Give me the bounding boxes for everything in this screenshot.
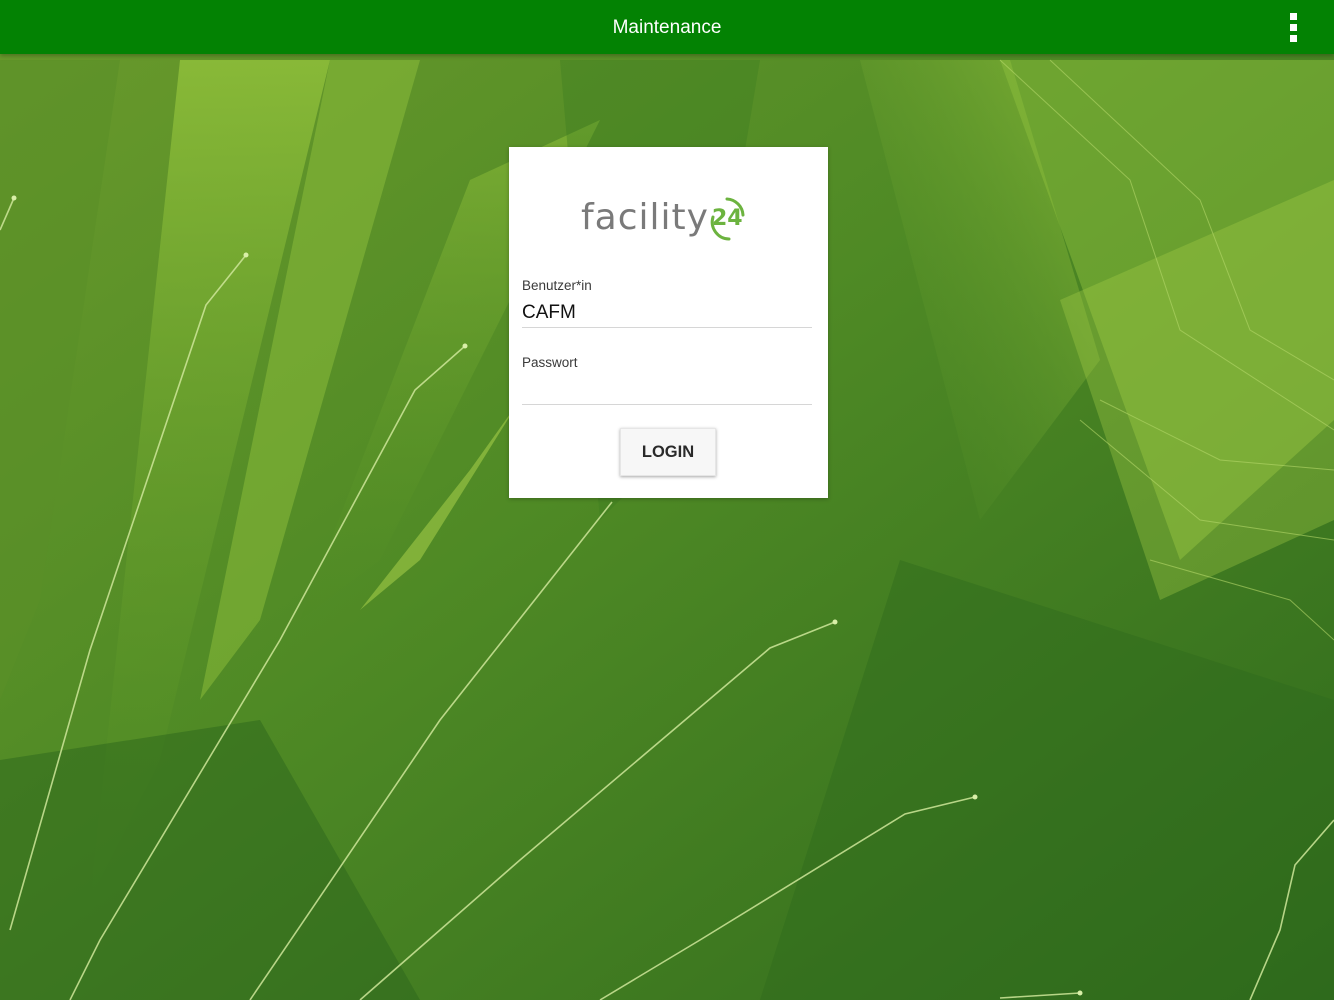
login-button[interactable]: LOGIN: [620, 428, 716, 476]
logo-text: facility: [581, 197, 709, 238]
app-bar: Maintenance: [0, 0, 1334, 54]
facility24-logo: facility 24: [581, 193, 761, 253]
app-title: Maintenance: [612, 17, 722, 38]
app-screen: Maintenance facility 24 Benutzer*in Pass…: [0, 0, 1334, 1000]
username-label: Benutzer*in: [522, 278, 592, 293]
password-label: Passwort: [522, 355, 578, 370]
logo-number: 24: [712, 206, 743, 231]
login-card: facility 24 Benutzer*in Passwort LOGIN: [509, 147, 828, 498]
password-input[interactable]: [522, 376, 812, 405]
username-input[interactable]: [522, 299, 812, 328]
overflow-menu-icon[interactable]: [1280, 11, 1308, 43]
